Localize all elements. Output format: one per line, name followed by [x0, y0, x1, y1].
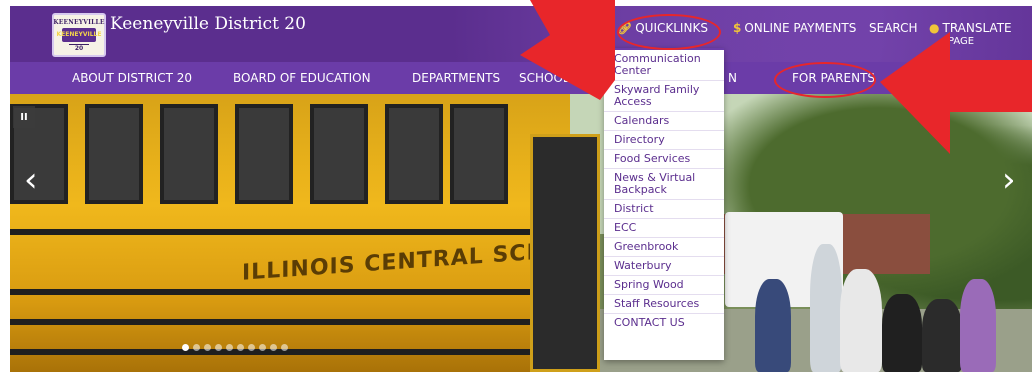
slide-dot[interactable]: [215, 344, 222, 351]
online-payments-link[interactable]: $ ONLINE PAYMENTS: [733, 21, 856, 35]
annotation-arrow-icon: [520, 0, 615, 100]
hero-student: [882, 294, 922, 372]
hero-student: [922, 299, 962, 372]
hero-student: [960, 279, 996, 372]
prev-slide-button[interactable]: ‹: [24, 160, 38, 200]
bus-stripe: [10, 229, 570, 235]
hero-student: [840, 269, 882, 372]
quicklinks-menu-item[interactable]: Directory: [604, 131, 724, 150]
quicklinks-menu-item[interactable]: News & Virtual Backpack: [604, 169, 724, 200]
slide-dot[interactable]: [259, 344, 266, 351]
hero-slideshow: ILLINOIS CENTRAL SCHOOL BUS II ‹ ›: [10, 94, 1032, 372]
quicklinks-menu-item[interactable]: District: [604, 200, 724, 219]
site-title[interactable]: Keeneyville District 20: [110, 14, 306, 34]
bus-stripe: [10, 349, 570, 355]
slide-dot[interactable]: [248, 344, 255, 351]
district-logo[interactable]: KEENEYVILLE KEENEYVILLE 20: [52, 13, 106, 57]
slide-dot[interactable]: [270, 344, 277, 351]
next-slide-button[interactable]: ›: [1002, 160, 1016, 200]
bus-window: [310, 104, 368, 204]
annotation-circle-for-parents: [774, 62, 876, 98]
slide-dot[interactable]: [182, 344, 189, 351]
dollar-icon: $: [733, 21, 742, 35]
bus-door: [530, 134, 600, 372]
slide-dot[interactable]: [204, 344, 211, 351]
quicklinks-menu-item[interactable]: CONTACT US: [604, 314, 724, 332]
slide-dot[interactable]: [226, 344, 233, 351]
hero-student: [810, 244, 842, 372]
bus-window: [235, 104, 293, 204]
nav-partial-item[interactable]: N: [728, 71, 737, 85]
quicklinks-menu-item[interactable]: Food Services: [604, 150, 724, 169]
quicklinks-menu-item[interactable]: Skyward Family Access: [604, 81, 724, 112]
quicklinks-menu-item[interactable]: Calendars: [604, 112, 724, 131]
logo-top-text: KEENEYVILLE: [53, 18, 105, 26]
nav-departments[interactable]: DEPARTMENTS: [412, 71, 500, 85]
slide-dot[interactable]: [281, 344, 288, 351]
quicklinks-menu-item[interactable]: Spring Wood: [604, 276, 724, 295]
slide-indicators: [182, 344, 288, 351]
bus-window: [160, 104, 218, 204]
quicklinks-menu-item[interactable]: Waterbury: [604, 257, 724, 276]
slide-dot[interactable]: [193, 344, 200, 351]
bus-window: [85, 104, 143, 204]
bus-window: [450, 104, 508, 204]
school-bus: ILLINOIS CENTRAL SCHOOL BUS: [10, 94, 662, 372]
quicklinks-menu-item[interactable]: Communication Center: [604, 50, 724, 81]
bus-window: [385, 104, 443, 204]
bus-stripe: [10, 289, 570, 295]
nav-about[interactable]: ABOUT DISTRICT 20: [72, 71, 192, 85]
logo-number: 20: [68, 43, 90, 52]
quicklinks-dropdown: Communication Center Skyward Family Acces…: [604, 48, 724, 360]
slide-dot[interactable]: [237, 344, 244, 351]
quicklinks-menu-item[interactable]: ECC: [604, 219, 724, 238]
quicklinks-menu-item[interactable]: Greenbrook: [604, 238, 724, 257]
logo-badge: KEENEYVILLE: [57, 27, 101, 42]
annotation-arrow-icon: [880, 32, 1032, 154]
hero-student: [755, 279, 791, 372]
bus-stripe: [10, 319, 570, 325]
nav-board-of-education[interactable]: BOARD OF EDUCATION: [233, 71, 371, 85]
quicklinks-menu-item[interactable]: Staff Resources: [604, 295, 724, 314]
pause-button[interactable]: II: [13, 106, 35, 128]
annotation-circle-quicklinks: [617, 14, 721, 50]
